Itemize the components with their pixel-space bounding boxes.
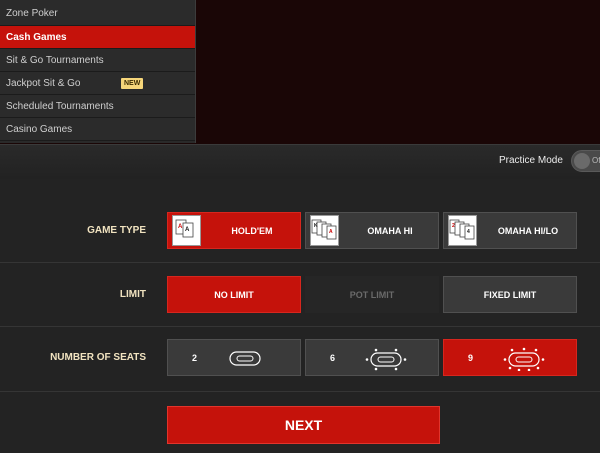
limit-option-text: POT LIMIT: [349, 290, 395, 300]
limit-label: LIMIT: [119, 289, 146, 300]
nine-seat-table-icon: [503, 347, 545, 371]
game-type-label: GAME TYPE: [87, 225, 146, 236]
svg-text:2: 2: [452, 223, 455, 229]
six-seat-table-icon: [365, 348, 407, 371]
game-type-omaha-hi-button[interactable]: KA OMAHA HI: [305, 212, 439, 249]
practice-mode-bar: Practice Mode Off: [0, 144, 600, 179]
two-seat-table-icon: [229, 351, 261, 366]
omaha-hilo-cards-icon: 24: [448, 215, 477, 246]
menu-item-casino-games[interactable]: Casino Games: [0, 118, 195, 141]
game-type-label-text: OMAHA HI/LO: [497, 226, 559, 236]
menu-item-label: Jackpot Sit & Go: [6, 78, 81, 89]
svg-text:A: A: [178, 224, 183, 230]
limit-option-text: FIXED LIMIT: [483, 290, 537, 300]
game-type-holdem-button[interactable]: AA HOLD'EM: [167, 212, 301, 249]
seats-2-button[interactable]: 2: [167, 339, 301, 376]
holdem-cards-icon: AA: [172, 215, 201, 246]
menu-item-sit-and-go[interactable]: Sit & Go Tournaments: [0, 49, 195, 72]
menu-item-jackpot-sit-and-go[interactable]: Jackpot Sit & Go NEW: [0, 72, 195, 95]
game-type-label-text: OMAHA HI: [367, 226, 413, 236]
practice-mode-toggle[interactable]: Off: [571, 150, 600, 172]
svg-text:A: A: [329, 229, 333, 235]
omaha-cards-icon: KA: [310, 215, 339, 246]
row-divider: [0, 262, 600, 263]
menu-item-scheduled-tournaments[interactable]: Scheduled Tournaments: [0, 95, 195, 118]
limit-option-text: NO LIMIT: [214, 290, 254, 300]
svg-text:A: A: [185, 227, 190, 233]
toggle-state-text: Off: [592, 156, 600, 165]
number-of-seats-label: NUMBER OF SEATS: [50, 352, 146, 363]
limit-no-limit-button[interactable]: NO LIMIT: [167, 276, 301, 313]
row-divider: [0, 326, 600, 327]
svg-text:K: K: [314, 223, 318, 229]
limit-fixed-limit-button[interactable]: FIXED LIMIT: [443, 276, 577, 313]
toggle-knob: [574, 153, 590, 169]
lobby-menu: Zone Poker Cash Games Sit & Go Tournamen…: [0, 0, 196, 143]
menu-item-label: Scheduled Tournaments: [6, 101, 114, 112]
menu-item-label: Sit & Go Tournaments: [6, 55, 104, 66]
seat-count-text: 9: [468, 353, 474, 363]
practice-mode-label: Practice Mode: [499, 155, 563, 166]
row-divider: [0, 391, 600, 392]
menu-item-label: Cash Games: [6, 32, 67, 43]
seat-count-text: 6: [330, 353, 336, 363]
limit-pot-limit-button: POT LIMIT: [305, 276, 439, 313]
new-badge: NEW: [121, 78, 144, 89]
svg-text:4: 4: [467, 229, 470, 235]
menu-item-zone-poker[interactable]: Zone Poker: [0, 0, 195, 26]
seat-count-text: 2: [192, 353, 198, 363]
game-type-label-text: HOLD'EM: [231, 226, 273, 236]
menu-item-cash-games[interactable]: Cash Games: [0, 26, 195, 49]
seats-6-button[interactable]: 6: [305, 339, 439, 376]
game-type-omaha-hilo-button[interactable]: 24 OMAHA HI/LO: [443, 212, 577, 249]
next-button[interactable]: NEXT: [167, 406, 440, 444]
seats-9-button[interactable]: 9: [443, 339, 577, 376]
menu-item-label: Casino Games: [6, 124, 73, 135]
menu-item-label: Zone Poker: [6, 8, 58, 19]
